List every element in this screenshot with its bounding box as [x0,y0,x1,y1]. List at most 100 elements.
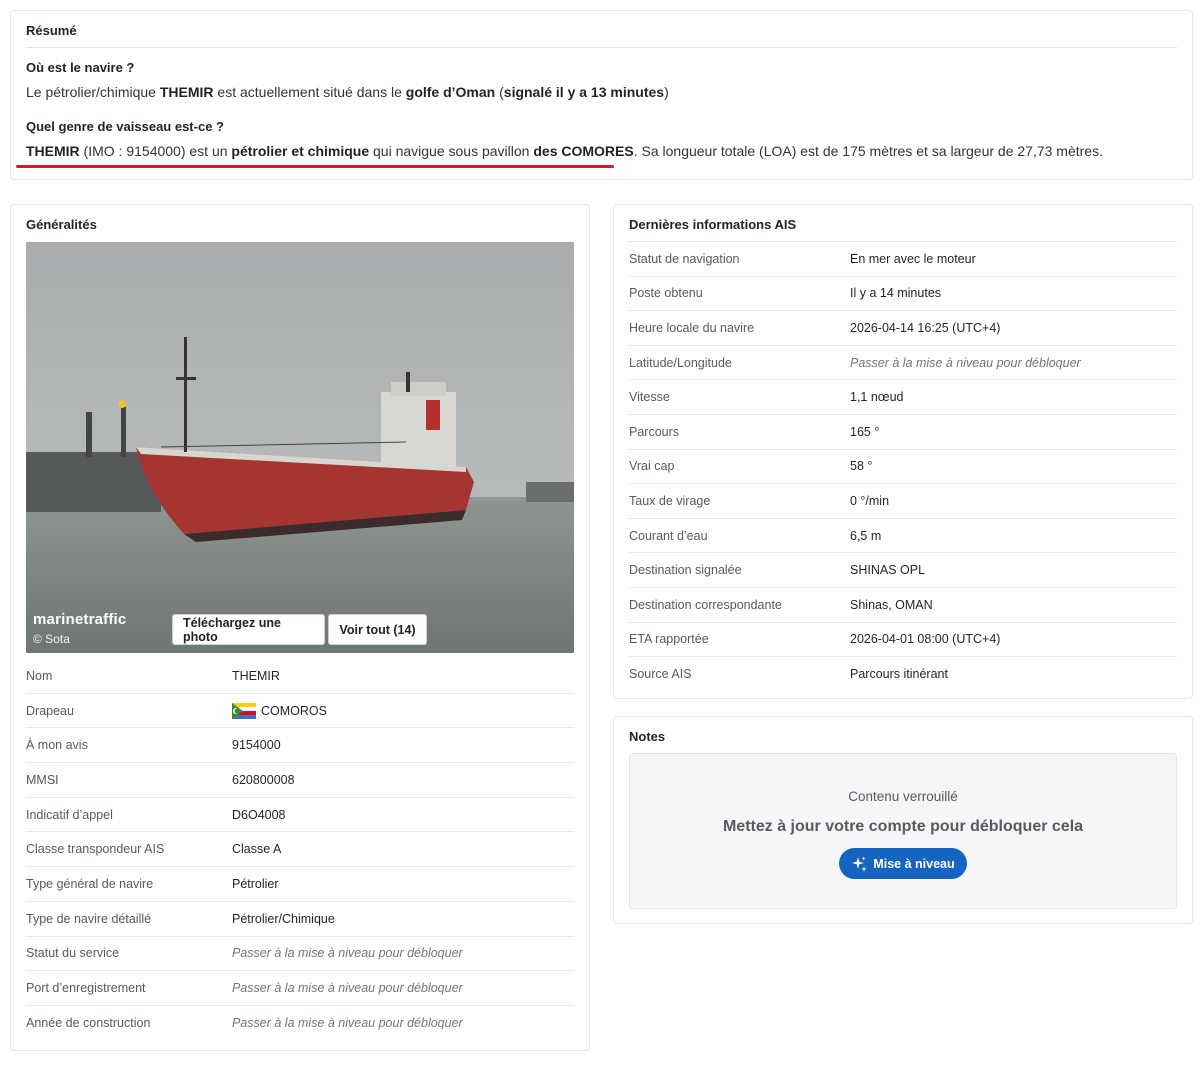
answer-text: qui navigue sous pavillon [369,143,534,159]
table-row: Destination correspondante Shinas, OMAN [629,588,1177,623]
table-row: Destination signalée SHINAS OPL [629,553,1177,588]
row-key: Indicatif d’appel [26,807,113,822]
locked-content-label: Contenu verrouillé [848,789,958,804]
locked-value: Passer à la mise à niveau pour débloquer [232,946,463,961]
general-title: Généralités [26,217,97,232]
table-row: ETA rapportée 2026-04-01 08:00 (UTC+4) [629,623,1177,658]
question-kind: Quel genre de vaisseau est-ce ? [26,119,224,134]
table-row: Vrai cap 58 ° [629,450,1177,485]
answer-text: est actuellement situé dans le [213,84,406,100]
row-key: Vrai cap [629,459,675,474]
row-key: Courant d’eau [629,528,708,543]
table-row: MMSI 620800008 [26,763,574,798]
table-row: Heure locale du navire 2026-04-14 16:25 (… [629,311,1177,346]
table-row: Poste obtenu Il y a 14 minutes [629,277,1177,312]
row-key: Parcours [629,424,680,439]
table-row: À mon avis 9154000 [26,728,574,764]
area-bold: golfe d’Oman [405,84,496,100]
row-key: À mon avis [26,738,88,753]
table-row: Source AIS Parcours itinérant [629,657,1177,692]
question-where: Où est le navire ? [26,60,135,75]
notes-card: Notes Contenu verrouillé Mettez à jour v… [613,716,1193,924]
row-value: Pétrolier [232,876,279,891]
row-value: 2026-04-14 16:25 (UTC+4) [850,320,1001,335]
sparkle-icon [852,856,868,872]
flag-bold: des COMORES [533,143,634,159]
general-table: Nom THEMIR Drapeau COMOROS À mon avis 9154… [26,659,574,1041]
answer-kind: THEMIR (IMO : 9154000) est un pétrolier … [26,142,1177,160]
row-key: Taux de virage [629,493,711,508]
row-key: Destination correspondante [629,597,782,612]
row-key: Classe transpondeur AIS [26,842,165,857]
answer-text: Le pétrolier/chimique [26,84,160,100]
table-row: Statut de navigation En mer avec le moteu… [629,242,1177,277]
locked-value: Passer à la mise à niveau pour débloquer [850,355,1081,370]
row-key: Poste obtenu [629,286,703,301]
table-row: Année de construction Passer à la mise à … [26,1006,574,1041]
table-row: Vitesse 1,1 nœud [629,380,1177,415]
row-key: ETA rapportée [629,632,709,647]
row-value: 58 ° [850,459,873,474]
table-row: Taux de virage 0 °/min [629,484,1177,519]
answer-text: ( [495,84,504,100]
ais-title: Dernières informations AIS [629,205,1177,242]
notes-title: Notes [629,729,666,744]
row-value: Shinas, OMAN [850,597,933,612]
row-value: En mer avec le moteur [850,251,976,266]
ship-name-bold: THEMIR [26,143,80,159]
row-value: Parcours itinérant [850,667,948,682]
answer-where: Le pétrolier/chimique THEMIR est actuell… [26,83,1177,101]
row-key: MMSI [26,772,59,787]
row-key: Statut de navigation [629,251,740,266]
row-value: SHINAS OPL [850,563,926,578]
ais-card: Dernières informations AIS Statut de nav… [613,204,1193,699]
row-key: Nom [26,668,53,683]
marinetraffic-watermark: marinetraffic [33,611,127,628]
reported-time-bold: signalé il y a 13 minutes [503,84,665,100]
summary-card: Résumé Où est le navire ? Le pétrolier/c… [10,10,1193,180]
vessel-type-bold: pétrolier et chimique [231,143,370,159]
red-underline-annotation [16,165,614,168]
ais-table: Statut de navigation En mer avec le moteu… [629,242,1177,692]
upgrade-button[interactable]: Mise à niveau [839,848,967,879]
flag-country: COMOROS [261,703,327,718]
table-row: Parcours 165 ° [629,415,1177,450]
upgrade-button-label: Mise à niveau [873,856,955,871]
row-key: Heure locale du navire [629,320,755,335]
general-card: Généralités marinetraffic © Sota Télécha… [10,204,590,1051]
row-value: Pétrolier/Chimique [232,911,335,926]
row-value: THEMIR [232,668,280,683]
row-key: Vitesse [629,390,670,405]
table-row: Type de navire détaillé Pétrolier/Chimiqu… [26,902,574,937]
locked-value: Passer à la mise à niveau pour débloquer [232,981,463,996]
answer-text: . Sa longueur totale (LOA) est de 175 mè… [633,143,1103,159]
row-key: Drapeau [26,703,74,718]
row-value: 1,1 nœud [850,390,904,405]
row-value: 620800008 [232,772,295,787]
row-key: Latitude/Longitude [629,355,732,370]
view-all-photos-button[interactable]: Voir tout (14) [328,614,427,645]
row-value: Classe A [232,842,282,857]
row-value: Il y a 14 minutes [850,286,942,301]
row-key: Port d’enregistrement [26,981,146,996]
table-row: Courant d’eau 6,5 m [629,519,1177,554]
row-value: 165 ° [850,424,880,439]
ship-name-bold: THEMIR [159,84,214,100]
ship-photo-image [26,242,574,653]
upgrade-prompt: Mettez à jour votre compte pour débloque… [722,818,1084,835]
locked-value: Passer à la mise à niveau pour débloquer [232,1016,463,1031]
locked-content-box: Contenu verrouillé Mettez à jour votre c… [629,753,1177,909]
row-key: Type de navire détaillé [26,911,152,926]
upload-photo-button[interactable]: Téléchargez une photo [172,614,325,645]
table-row: Drapeau COMOROS [26,694,574,729]
answer-text: ) [664,84,669,100]
table-row: Type général de navire Pétrolier [26,867,574,902]
row-value: COMOROS [232,702,327,719]
summary-title: Résumé [26,11,1177,48]
table-row: Indicatif d’appel D6O4008 [26,798,574,833]
ship-photo[interactable]: marinetraffic © Sota Téléchargez une pho… [26,242,574,653]
row-key: Destination signalée [629,563,742,578]
row-key: Source AIS [629,667,692,682]
photo-copyright: © Sota [33,632,70,646]
row-value: 2026-04-01 08:00 (UTC+4) [850,632,1001,647]
